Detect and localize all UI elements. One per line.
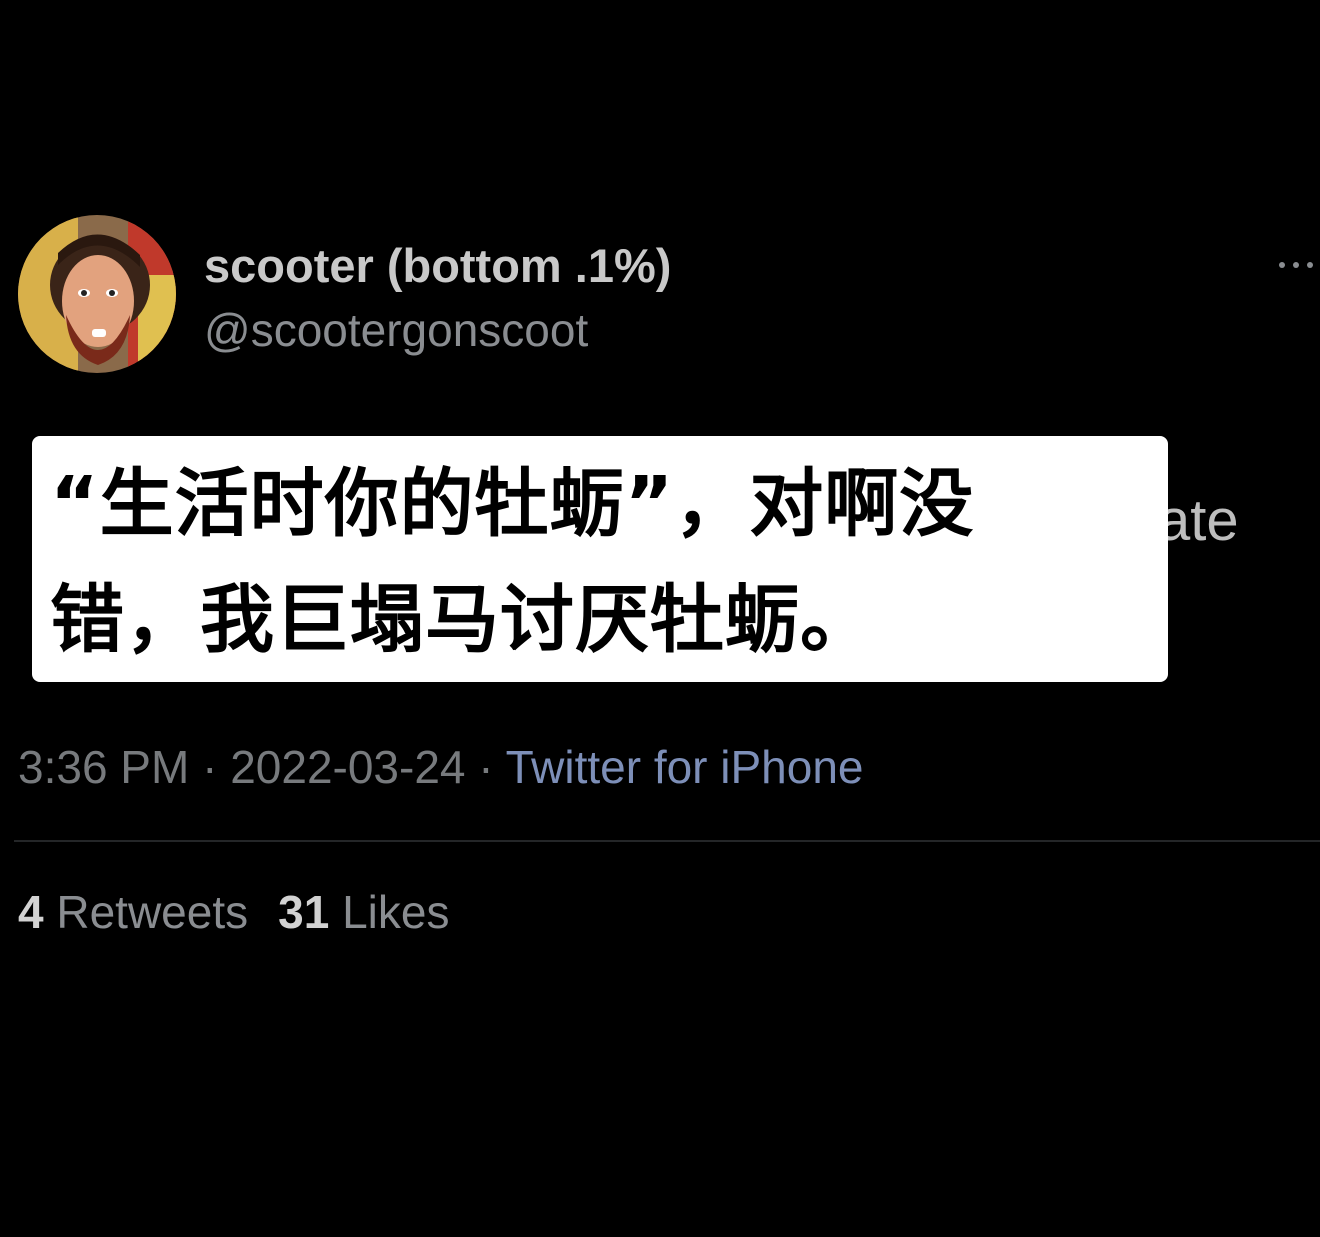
likes-label: Likes bbox=[342, 886, 450, 938]
author-display-name[interactable]: scooter (bottom .1%) bbox=[204, 238, 671, 293]
meta-separator: · bbox=[465, 741, 506, 793]
tweet-date[interactable]: 2022-03-24 bbox=[230, 741, 465, 793]
divider bbox=[14, 840, 1320, 842]
author-handle[interactable]: @scootergonscoot bbox=[204, 303, 588, 357]
caption-overlay: “生活时你的牡蛎”，对啊没 错，我巨塌马讨厌牡蛎。 bbox=[32, 436, 1168, 682]
avatar[interactable] bbox=[18, 215, 176, 373]
tweet-source-link[interactable]: Twitter for iPhone bbox=[506, 741, 864, 793]
retweets-count: 4 bbox=[18, 886, 44, 938]
retweets-label: Retweets bbox=[56, 886, 249, 938]
tweet-time[interactable]: 3:36 PM bbox=[18, 741, 189, 793]
avatar-image bbox=[18, 215, 176, 373]
meta-separator: · bbox=[189, 741, 231, 793]
tweet-meta: 3:36 PM · 2022-03-24 · Twitter for iPhon… bbox=[18, 740, 864, 794]
caption-line-2: 错，我巨塌马讨厌牡蛎。 bbox=[50, 577, 875, 663]
tweet-text-fragment: ate bbox=[1158, 488, 1239, 553]
tweet-stats: 4 Retweets 31 Likes bbox=[18, 885, 449, 939]
caption-line-1: “生活时你的牡蛎”，对啊没 bbox=[50, 461, 975, 547]
retweets-stat[interactable]: 4 Retweets bbox=[18, 886, 248, 938]
likes-stat[interactable]: 31 Likes bbox=[278, 886, 449, 938]
more-horizontal-icon[interactable] bbox=[1272, 250, 1320, 280]
likes-count: 31 bbox=[278, 886, 330, 938]
